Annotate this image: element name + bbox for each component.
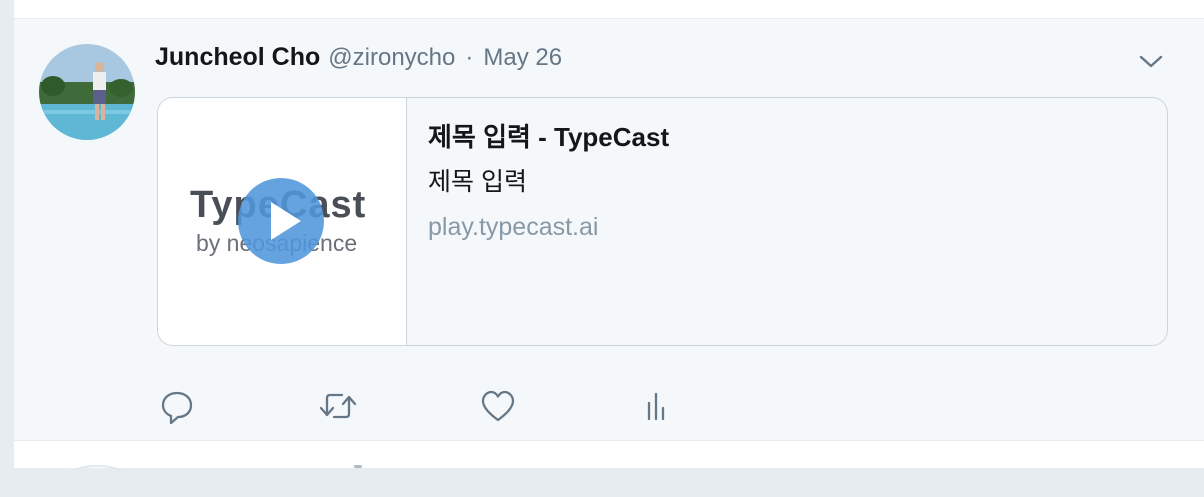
card-title: 제목 입력 - TypeCast: [428, 122, 670, 152]
next-tweet-avatar[interactable]: [62, 465, 132, 497]
timeline-column: Juncheol Cho @zironycho · May 26 TypeCas…: [14, 0, 1204, 468]
author-handle[interactable]: @zironycho: [328, 44, 455, 72]
previous-tweet[interactable]: [14, 0, 1204, 19]
chevron-down-icon[interactable]: [1136, 49, 1166, 73]
analytics-icon[interactable]: [644, 384, 670, 428]
tweet-actions: [14, 384, 1204, 428]
tweet[interactable]: Juncheol Cho @zironycho · May 26 TypeCas…: [14, 19, 1204, 441]
next-tweet[interactable]: [14, 441, 1204, 468]
separator-dot: ·: [465, 44, 474, 71]
link-card[interactable]: TypeCast by neosapience 제목 입력 - TypeCast…: [157, 97, 1168, 346]
play-icon[interactable]: [238, 178, 324, 264]
card-domain: play.typecast.ai: [428, 213, 599, 241]
card-description: 제목 입력: [428, 168, 527, 196]
retweet-icon[interactable]: [318, 384, 358, 428]
heart-icon[interactable]: [480, 384, 516, 428]
tweet-date[interactable]: May 26: [483, 44, 562, 72]
reply-icon[interactable]: [160, 384, 194, 428]
card-thumbnail[interactable]: TypeCast by neosapience: [158, 98, 407, 345]
tweet-header: Juncheol Cho @zironycho · May 26: [155, 43, 562, 73]
avatar[interactable]: [39, 44, 135, 140]
author-name[interactable]: Juncheol Cho: [155, 43, 320, 72]
card-body: 제목 입력 - TypeCast 제목 입력 play.typecast.ai: [428, 120, 1147, 244]
